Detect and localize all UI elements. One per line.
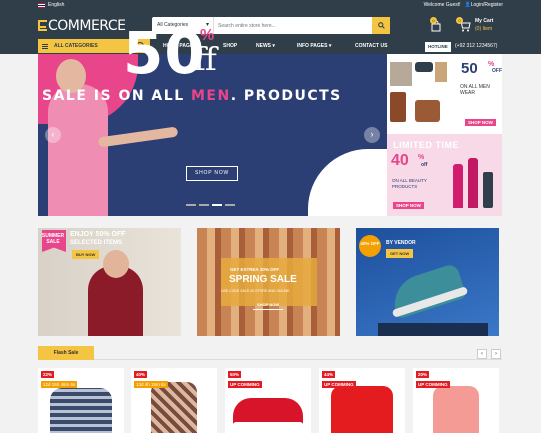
cart-items-count: (0) Item [475,26,493,32]
shirt-image [390,62,412,86]
vendor-banner-title: BY VENDOR [386,240,416,246]
beauty-discount-percent: % [418,154,425,161]
lipstick-image [483,172,493,208]
hero-model-arm [97,126,179,148]
summer-buy-now-button[interactable]: BUY NOW [72,250,100,259]
beauty-shop-now-button[interactable]: SHOP NOW [393,202,424,209]
welcome-area: Welcome Guest! 👤Login/Register [424,2,503,8]
product-image-polo [331,386,393,433]
slider-prev-arrow-icon[interactable]: ‹ [45,127,61,143]
hero-slider[interactable] [38,54,387,216]
product-timer: 13d 4h 15m 6s [134,381,168,388]
product-discount-badge: 22% [41,371,55,378]
logo-e-mark [38,20,47,31]
summer-badge-text: SUMMER SALE [41,233,65,245]
hotline-badge: HOTLINE [425,42,451,52]
product-upcoming-label: UP COMMING [322,381,356,388]
summer-banner-subtitle: SELECTED ITEMS [70,240,123,246]
wishlist-count-badge: 0 [430,17,437,24]
flash-prev-button[interactable]: ‹ [477,349,487,359]
product-image-jacket [50,388,112,433]
hero-tagline: SALE IS ON ALL MEN. PRODUCTS [42,88,342,104]
nav-contact-us[interactable]: CONTACT US [355,43,387,49]
login-link[interactable]: 👤Login/Register [465,2,503,8]
flash-sale-tab[interactable]: Flash Sale [38,346,94,360]
nav-info-pages[interactable]: INFO PAGES ▾ [297,43,331,49]
vendor-get-now-button[interactable]: GET NOW [386,249,414,258]
hotline-phone[interactable]: (+92 312 1234567) [455,43,497,49]
uk-flag-icon [38,2,45,8]
shoe-sole [233,422,303,428]
search-icon [377,22,385,29]
language-label: English [48,2,65,8]
slider-dot-active[interactable] [212,204,222,206]
product-image-kids-dress [433,386,479,433]
slider-next-arrow-icon[interactable]: › [364,127,380,143]
slider-dot[interactable] [199,204,209,206]
cart-count-badge: 0 [456,17,463,24]
hero-off: ff [194,40,217,78]
product-discount-badge: 50% [228,371,242,378]
hero-shop-now-button[interactable]: SHOP NOW [186,166,238,181]
search-input[interactable] [214,17,372,34]
beauty-promo-subtitle: ON ALL BEAUTY PRODUCTS [392,178,427,189]
summer-banner-title: ENJOY 50% OFF [70,231,126,238]
men-discount-percent: % [488,61,495,68]
shoe-image [390,92,406,122]
men-discount-off: OFF [492,68,502,74]
product-discount-badge: 40% [134,371,148,378]
spring-top-text: GET EXTREA 30% OFF [230,267,280,272]
vendor-discount-badge: 40% OFF [359,235,381,257]
beauty-promo-title: LIMITED TIME [393,140,459,150]
model-head [103,250,129,278]
search-button[interactable] [372,17,390,34]
product-discount-badge: 44% [322,371,336,378]
pedestal [378,323,488,336]
slider-dot[interactable] [186,204,196,206]
cart-label[interactable]: My Cart [475,18,493,24]
product-discount-badge: 20% [416,371,430,378]
spring-shop-now-button[interactable]: SHOP NOW [253,300,284,310]
beauty-discount-value: 40 [391,152,409,169]
nav-news[interactable]: NEWS ▾ [256,43,275,49]
slider-dots [186,204,235,206]
flash-next-button[interactable]: › [491,349,501,359]
jeans-image [435,62,447,82]
product-upcoming-label: UP COMMING [228,381,262,388]
flash-sale-header [38,346,502,360]
site-logo[interactable]: COMMERCE [38,18,126,34]
beauty-discount-off: off [421,162,428,168]
lipstick-image [453,164,463,208]
boots-image [415,100,440,122]
men-promo-subtitle: ON ALL MEN WEAR [460,84,490,96]
men-shop-now-button[interactable]: SHOP NOW [465,119,496,126]
spring-banner-subtitle: USE CODE SALE-30 STORE AND ONLINE [221,289,290,293]
welcome-text: Welcome Guest! [423,2,461,8]
all-categories-label: ALL CATEGORIES [54,43,98,49]
hero-white-shape [308,149,387,216]
men-discount-value: 50 [461,60,478,77]
slider-dot[interactable] [225,204,235,206]
nav-shop[interactable]: SHOP [223,43,237,49]
product-image-dress [151,382,197,433]
watch-image [415,62,433,72]
spring-banner-title: SPRING SALE [229,274,297,285]
product-timer: 12d 15h 46m 6s [41,381,78,388]
lipstick-image [468,158,478,208]
menu-icon [42,43,48,49]
language-selector[interactable]: English [38,2,64,8]
product-upcoming-label: UP COMMING [416,381,450,388]
